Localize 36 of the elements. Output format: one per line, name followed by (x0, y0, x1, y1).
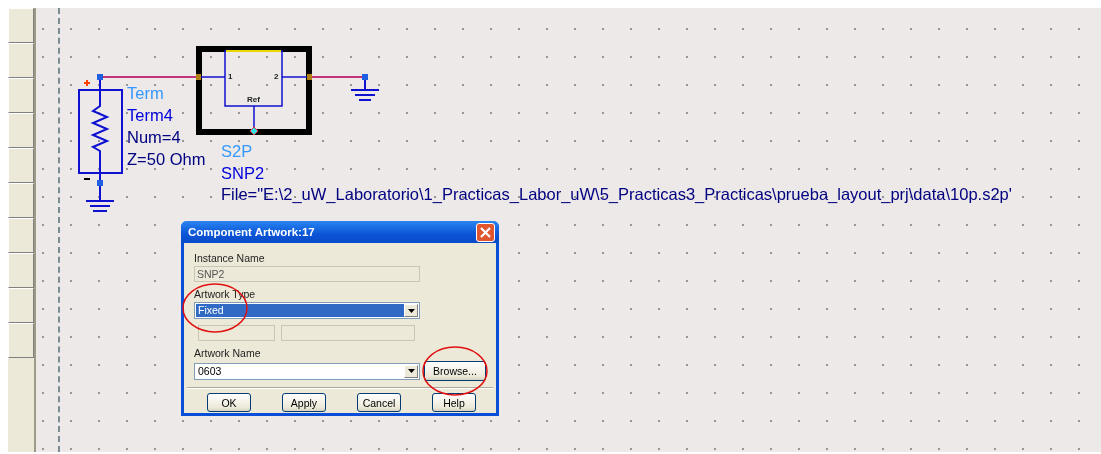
dialog-button[interactable]: Cancel (357, 393, 401, 412)
palette-button[interactable] (8, 218, 34, 253)
ref-label: Ref (247, 95, 260, 104)
component-parameter: Term (127, 83, 164, 103)
ground-symbol-drawing (350, 74, 380, 101)
close-button[interactable] (476, 222, 495, 242)
dropdown[interactable]: Fixed (194, 302, 420, 319)
dropdown-arrow-icon (407, 369, 415, 373)
close-icon (480, 226, 491, 238)
pin-number: 1 (228, 72, 233, 81)
pin-number: 2 (274, 72, 279, 81)
palette-button[interactable] (8, 8, 34, 43)
palette-button[interactable] (8, 78, 34, 113)
palette-button[interactable] (8, 253, 34, 288)
component-parameter: Term4 (127, 105, 173, 125)
palette-button[interactable] (8, 183, 34, 218)
field-label: Artwork Name (194, 347, 262, 360)
dialog-title: Component Artwork:17 (188, 226, 315, 238)
dropdown[interactable]: 0603 (194, 362, 420, 380)
palette-button[interactable] (8, 148, 34, 183)
component-parameter: Num=4 (127, 127, 181, 147)
browse-button[interactable]: Browse... (424, 361, 486, 381)
dialog-button[interactable]: OK (207, 393, 251, 412)
palette-button[interactable] (8, 43, 34, 78)
palette-button[interactable] (8, 288, 34, 323)
component-parameter: S2P (221, 141, 253, 161)
component-parameter: SNP2 (221, 162, 265, 183)
dialog-button[interactable]: Apply (282, 393, 326, 412)
component-parameter: Z=50 Ohm (127, 149, 206, 169)
palette-button[interactable] (8, 113, 34, 148)
dropdown-arrow-icon (407, 308, 415, 313)
field-label: Instance Name (194, 252, 266, 265)
annotation-circle (422, 346, 488, 396)
palette-button[interactable] (8, 323, 34, 358)
dialog-button[interactable]: Help (432, 393, 476, 412)
component-parameter: File="E:\2_uW_Laboratorio\1_Practicas_Labor_uW\5_Practicas3_Practicas\prueba_layout_prj\data\10p.s2p' (221, 184, 1012, 204)
